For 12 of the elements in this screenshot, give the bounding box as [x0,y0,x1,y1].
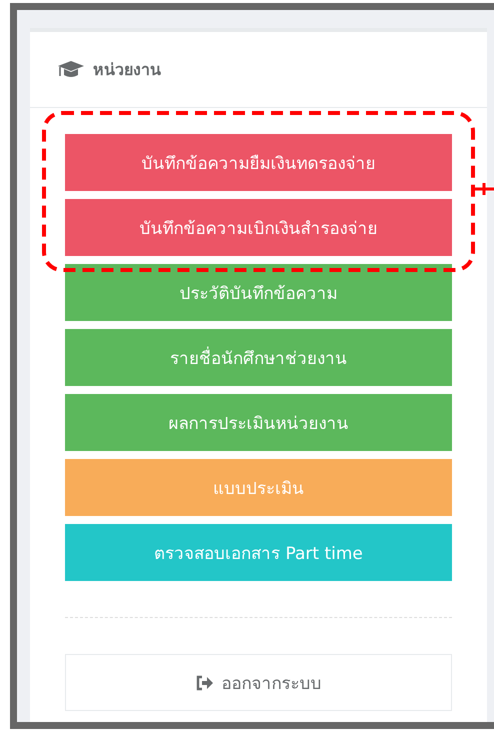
menu-button[interactable]: แบบประเมิน [65,459,452,516]
menu-button[interactable]: ตรวจสอบเอกสาร Part time [65,524,452,581]
leader-line [473,182,494,196]
graduation-cap-icon [57,60,85,80]
panel-title: หน่วยงาน [93,59,161,81]
menu-button[interactable]: บันทึกข้อความยืมเงินทดรองจ่าย [65,134,452,191]
menu-button[interactable]: ผลการประเมินหน่วยงาน [65,394,452,451]
menu-button[interactable]: ประวัติบันทึกข้อความ [65,264,452,321]
menu-button[interactable]: รายชื่อนักศึกษาช่วยงาน [65,329,452,386]
menu-button[interactable]: บันทึกข้อความเบิกเงินสำรองจ่าย [65,199,452,256]
sign-out-icon [196,674,214,690]
logout-button[interactable]: ออกจากระบบ [65,654,452,711]
